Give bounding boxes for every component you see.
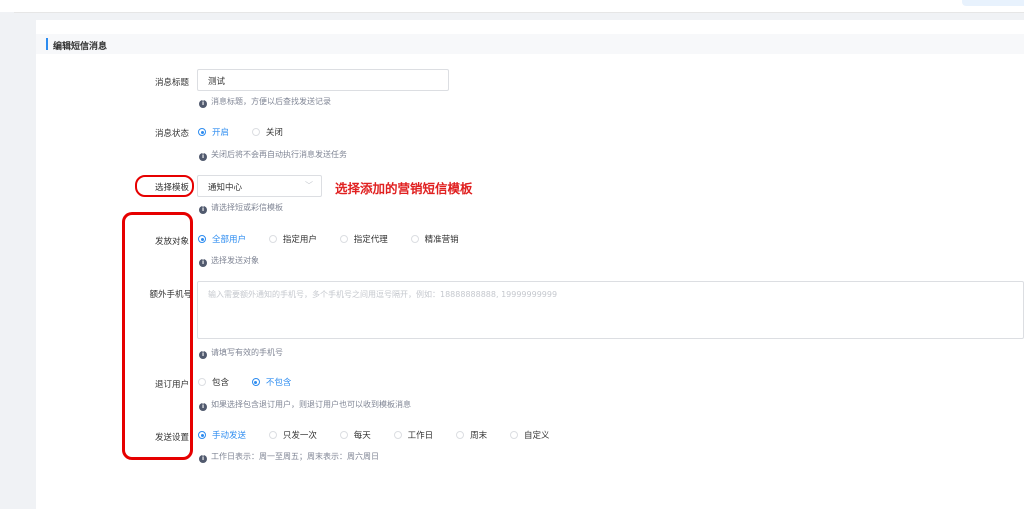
section-title: 编辑短信消息 [53,42,108,52]
target-option-agent[interactable]: 指定代理 [339,233,388,245]
template-select[interactable]: 通知中心 ﹀ [197,175,322,197]
phones-textarea[interactable]: 输入需要额外通知的手机号，多个手机号之间用逗号隔开，例如：18888888888… [197,281,1024,339]
unsub-option-include[interactable]: 包含 [198,376,229,388]
title-input[interactable]: 测试 [197,69,449,91]
target-radio-group: 全部用户 指定用户 指定代理 精准营销 [198,233,479,247]
title-label: 消息标题 [154,78,189,88]
phones-hint: i 请填写有效的手机号 [199,347,283,359]
top-bar-tab[interactable] [962,0,1024,6]
template-select-value: 通知中心 [208,183,243,193]
schedule-option-manual[interactable]: 手动发送 [198,429,246,441]
chevron-down-icon: ﹀ [305,181,313,190]
info-icon: i [199,259,207,267]
info-icon: i [199,206,207,214]
unsub-option-exclude[interactable]: 不包含 [251,376,291,388]
info-icon: i [199,153,207,161]
schedule-option-workday[interactable]: 工作日 [393,429,433,441]
schedule-option-once[interactable]: 只发一次 [268,429,317,441]
schedule-option-daily[interactable]: 每天 [339,429,371,441]
info-icon: i [199,403,207,411]
title-input-value: 测试 [208,77,226,87]
info-icon: i [199,351,207,359]
schedule-option-custom[interactable]: 自定义 [509,429,549,441]
phones-placeholder: 输入需要额外通知的手机号，多个手机号之间用逗号隔开，例如：18888888888… [208,290,558,299]
section-accent-bar [46,38,48,50]
title-hint: i 消息标题，方便以后查找发送记录 [199,96,331,108]
info-icon: i [199,100,207,108]
template-hint: i 请选择短或彩信模板 [199,202,283,214]
status-option-on[interactable]: 开启 [198,126,229,138]
annotation-rect [122,212,193,460]
status-option-off[interactable]: 关闭 [251,126,283,138]
target-option-user[interactable]: 指定用户 [268,233,317,245]
schedule-hint: i 工作日表示：周一至周五；周末表示：周六周日 [199,451,379,463]
unsub-radio-group: 包含 不包含 [198,376,311,390]
status-radio-group: 开启 关闭 [198,126,303,140]
status-hint: i 关闭后将不会再自动执行消息发送任务 [199,149,347,161]
annotation-text: 选择添加的营销短信模板 [335,181,473,196]
target-option-all[interactable]: 全部用户 [198,233,246,245]
target-hint: i 选择发送对象 [199,255,259,267]
schedule-radio-group: 手动发送 只发一次 每天 工作日 周末 自定义 [198,429,569,443]
left-strip [0,12,14,509]
top-bar [0,0,1024,13]
target-option-precise[interactable]: 精准营销 [410,233,459,245]
unsub-hint: i 如果选择包含退订用户，则退订用户也可以收到模板消息 [199,399,411,411]
annotation-oval [135,175,194,197]
info-icon: i [199,455,207,463]
status-label: 消息状态 [154,129,189,139]
schedule-option-weekend[interactable]: 周末 [456,429,487,441]
section-header [36,34,1024,54]
